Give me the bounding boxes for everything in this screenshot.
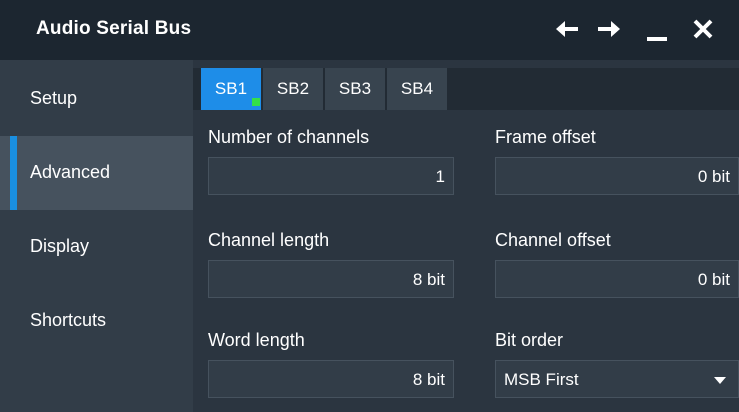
channel-offset-input[interactable]: 0 bit [495,260,739,298]
bit-order-value: MSB First [504,370,579,389]
num-channels-label: Number of channels [208,127,370,147]
channel-length-value: 8 bit [412,270,445,289]
sidebar-item-label: Shortcuts [30,310,107,330]
sidebar-item-advanced[interactable]: Advanced [0,136,193,210]
tab-sb1[interactable]: SB1 [201,68,261,110]
channel-offset-label: Channel offset [495,230,611,250]
num-channels-value: 1 [435,167,445,186]
arrow-right-icon[interactable] [594,14,624,44]
sidebar-item-shortcuts[interactable]: Shortcuts [0,284,193,358]
sidebar-item-label: Display [30,236,90,256]
main-content: SB1 SB2 SB3 SB4 Number of channels 1 Fra… [193,60,739,412]
word-length-input[interactable]: 8 bit [208,360,454,398]
tab-label: SB2 [276,79,310,98]
num-channels-input[interactable]: 1 [208,157,454,195]
sidebar-item-label: Setup [30,88,78,108]
tab-label: SB4 [400,79,434,98]
close-icon[interactable] [688,14,718,44]
chevron-down-icon [714,377,726,384]
tab-label: SB3 [338,79,372,98]
frame-offset-input[interactable]: 0 bit [495,157,739,195]
frame-offset-label: Frame offset [495,127,596,147]
word-length-label: Word length [208,330,305,350]
word-length-value: 8 bit [412,370,445,389]
title-bar: Audio Serial Bus [0,0,739,60]
bit-order-select[interactable]: MSB First [495,360,739,398]
sidebar-item-display[interactable]: Display [0,210,193,284]
channel-length-input[interactable]: 8 bit [208,260,454,298]
channel-offset-value: 0 bit [697,270,730,289]
sidebar-item-label: Advanced [30,162,111,182]
frame-offset-value: 0 bit [697,167,730,186]
tab-sb4[interactable]: SB4 [387,68,447,110]
tab-sb2[interactable]: SB2 [263,68,323,110]
bit-order-label: Bit order [495,330,564,350]
tab-label: SB1 [214,79,248,98]
channel-length-label: Channel length [208,230,330,250]
arrow-left-icon[interactable] [552,14,582,44]
tab-sb3[interactable]: SB3 [325,68,385,110]
status-indicator [252,98,260,106]
tab-bar: SB1 SB2 SB3 SB4 [193,68,739,110]
minimize-icon[interactable] [642,14,672,44]
sidebar: Setup Advanced Display Shortcuts [0,60,193,412]
window-title: Audio Serial Bus [36,18,192,39]
sidebar-item-setup[interactable]: Setup [0,62,193,136]
